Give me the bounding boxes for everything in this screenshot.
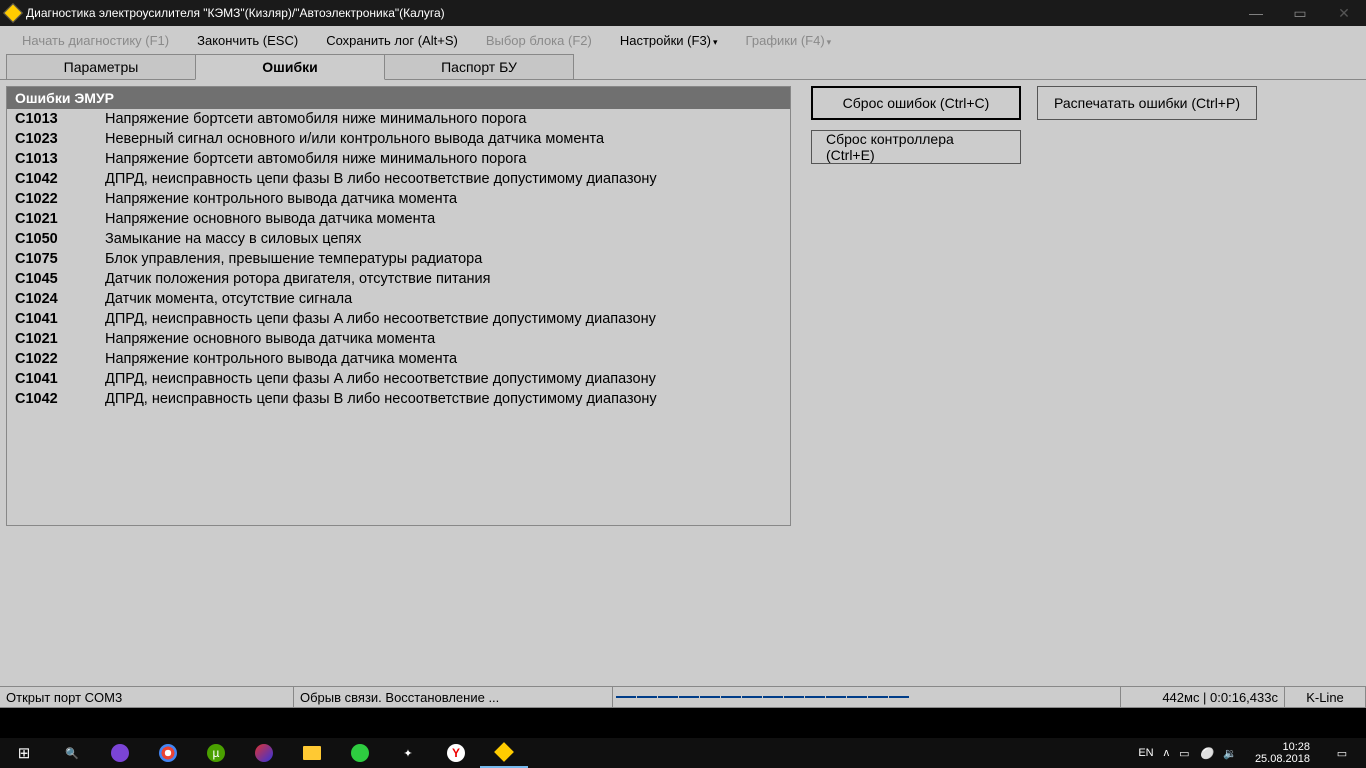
status-port: Открыт порт COM3 <box>0 686 294 708</box>
error-code: C1041 <box>15 371 105 387</box>
status-kline: K-Line <box>1284 686 1366 708</box>
error-code: C1042 <box>15 391 105 407</box>
error-code: C1022 <box>15 191 105 207</box>
action-buttons: Сброс ошибок (Ctrl+C) Распечатать ошибки… <box>811 86 1257 680</box>
error-description: Напряжение контрольного вывода датчика м… <box>105 191 782 207</box>
errors-panel: Ошибки ЭМУР C1013Напряжение бортсети авт… <box>6 86 791 526</box>
taskbar-utorrent[interactable]: µ <box>192 738 240 768</box>
error-description: Замыкание на массу в силовых цепях <box>105 231 782 247</box>
menu-start-diag: Начать диагностику (F1) <box>8 29 183 52</box>
error-row[interactable]: C1022Напряжение контрольного вывода датч… <box>7 189 790 209</box>
tray-volume-icon[interactable]: 🔉 <box>1223 747 1237 760</box>
error-code: C1075 <box>15 251 105 267</box>
error-description: ДПРД, неисправность цепи фазы A либо нес… <box>105 371 782 387</box>
tabstrip: Параметры Ошибки Паспорт БУ <box>0 54 1366 80</box>
menubar: Начать диагностику (F1) Закончить (ESC) … <box>0 26 1366 54</box>
tray-chevron-icon[interactable]: ʌ <box>1164 747 1170 759</box>
error-description: ДПРД, неисправность цепи фазы B либо нес… <box>105 391 782 407</box>
search-icon[interactable]: 🔍 <box>48 738 96 768</box>
error-row[interactable]: C1013Напряжение бортсети автомобиля ниже… <box>7 109 790 129</box>
taskbar-diag-app[interactable] <box>480 738 528 768</box>
error-code: C1013 <box>15 111 105 127</box>
error-row[interactable]: C1042ДПРД, неисправность цепи фазы B либ… <box>7 389 790 409</box>
taskbar-explorer[interactable] <box>288 738 336 768</box>
tray-lang[interactable]: EN <box>1138 747 1153 759</box>
taskbar-yandex[interactable]: Y <box>432 738 480 768</box>
error-description: ДПРД, неисправность цепи фазы A либо нес… <box>105 311 782 327</box>
error-code: C1041 <box>15 311 105 327</box>
menu-save-log[interactable]: Сохранить лог (Alt+S) <box>312 29 472 52</box>
error-code: C1023 <box>15 131 105 147</box>
titlebar: Диагностика электроусилителя "КЭМЗ"(Кизл… <box>0 0 1366 26</box>
error-row[interactable]: C1050Замыкание на массу в силовых цепях <box>7 229 790 249</box>
error-code: C1021 <box>15 331 105 347</box>
error-description: ДПРД, неисправность цепи фазы B либо нес… <box>105 171 782 187</box>
chevron-down-icon: ▾ <box>713 37 718 47</box>
error-description: Датчик положения ротора двигателя, отсут… <box>105 271 782 287</box>
reset-controller-button[interactable]: Сброс контроллера (Ctrl+E) <box>811 130 1021 164</box>
window-title: Диагностика электроусилителя "КЭМЗ"(Кизл… <box>26 6 1234 20</box>
error-code: C1013 <box>15 151 105 167</box>
error-description: Напряжение основного вывода датчика моме… <box>105 331 782 347</box>
taskbar-clock[interactable]: 10:28 25.08.2018 <box>1247 741 1318 765</box>
minimize-button[interactable]: — <box>1234 0 1278 26</box>
menu-settings[interactable]: Настройки (F3)▾ <box>606 29 732 52</box>
app-icon <box>3 3 23 23</box>
error-code: C1021 <box>15 211 105 227</box>
clear-errors-button[interactable]: Сброс ошибок (Ctrl+C) <box>811 86 1021 120</box>
error-code: C1022 <box>15 351 105 367</box>
errors-header: Ошибки ЭМУР <box>7 87 790 109</box>
error-row[interactable]: C1045Датчик положения ротора двигателя, … <box>7 269 790 289</box>
tray-battery-icon[interactable]: ▭ <box>1179 747 1189 760</box>
error-row[interactable]: C1022Напряжение контрольного вывода датч… <box>7 349 790 369</box>
tab-passport[interactable]: Паспорт БУ <box>384 54 574 80</box>
chevron-down-icon: ▾ <box>827 37 832 47</box>
start-button[interactable]: ⊞ <box>0 738 48 768</box>
error-row[interactable]: C1041ДПРД, неисправность цепи фазы A либ… <box>7 369 790 389</box>
error-description: Напряжение бортсети автомобиля ниже мини… <box>105 111 782 127</box>
error-row[interactable]: C1021Напряжение основного вывода датчика… <box>7 209 790 229</box>
error-description: Напряжение контрольного вывода датчика м… <box>105 351 782 367</box>
error-row[interactable]: C1021Напряжение основного вывода датчика… <box>7 329 790 349</box>
menu-finish[interactable]: Закончить (ESC) <box>183 29 312 52</box>
error-row[interactable]: C1041ДПРД, неисправность цепи фазы A либ… <box>7 309 790 329</box>
error-description: Напряжение основного вывода датчика моме… <box>105 211 782 227</box>
taskbar-app-3[interactable]: ✦ <box>384 738 432 768</box>
tab-errors[interactable]: Ошибки <box>195 54 385 80</box>
tray-wifi-icon[interactable]: ⚪ <box>1200 747 1214 760</box>
tab-parameters[interactable]: Параметры <box>6 54 196 80</box>
menu-charts: Графики (F4)▾ <box>732 29 846 52</box>
error-description: Датчик момента, отсутствие сигнала <box>105 291 782 307</box>
taskbar-app-1[interactable] <box>96 738 144 768</box>
content-area: Ошибки ЭМУР C1013Напряжение бортсети авт… <box>0 79 1366 686</box>
error-description: Неверный сигнал основного и/или контроль… <box>105 131 782 147</box>
error-code: C1024 <box>15 291 105 307</box>
error-description: Блок управления, превышение температуры … <box>105 251 782 267</box>
error-row[interactable]: C1013Напряжение бортсети автомобиля ниже… <box>7 149 790 169</box>
statusbar: Открыт порт COM3 Обрыв связи. Восстановл… <box>0 686 1366 708</box>
errors-list: C1013Напряжение бортсети автомобиля ниже… <box>7 109 790 409</box>
error-code: C1050 <box>15 231 105 247</box>
taskbar-ccleaner[interactable] <box>240 738 288 768</box>
system-tray[interactable]: EN ʌ ▭ ⚪ 🔉 <box>1128 747 1247 760</box>
error-row[interactable]: C1042ДПРД, неисправность цепи фазы B либ… <box>7 169 790 189</box>
status-connection: Обрыв связи. Восстановление ... <box>293 686 613 708</box>
taskbar-app-2[interactable] <box>336 738 384 768</box>
status-timing: 442мс | 0:0:16,433с <box>1120 686 1285 708</box>
error-code: C1042 <box>15 171 105 187</box>
notification-icon[interactable]: ▭ <box>1318 738 1366 768</box>
taskbar: ⊞ 🔍 µ ✦ Y EN ʌ ▭ ⚪ 🔉 10:28 25.08.2018 ▭ <box>0 738 1366 768</box>
error-row[interactable]: C1023Неверный сигнал основного и/или кон… <box>7 129 790 149</box>
close-button[interactable]: ✕ <box>1322 0 1366 26</box>
maximize-button[interactable]: ▭ <box>1278 0 1322 26</box>
error-code: C1045 <box>15 271 105 287</box>
error-row[interactable]: C1024Датчик момента, отсутствие сигнала <box>7 289 790 309</box>
error-description: Напряжение бортсети автомобиля ниже мини… <box>105 151 782 167</box>
taskbar-chrome[interactable] <box>144 738 192 768</box>
status-progress <box>612 686 1121 708</box>
error-row[interactable]: C1075Блок управления, превышение темпера… <box>7 249 790 269</box>
print-errors-button[interactable]: Распечатать ошибки (Ctrl+P) <box>1037 86 1257 120</box>
menu-select-block: Выбор блока (F2) <box>472 29 606 52</box>
